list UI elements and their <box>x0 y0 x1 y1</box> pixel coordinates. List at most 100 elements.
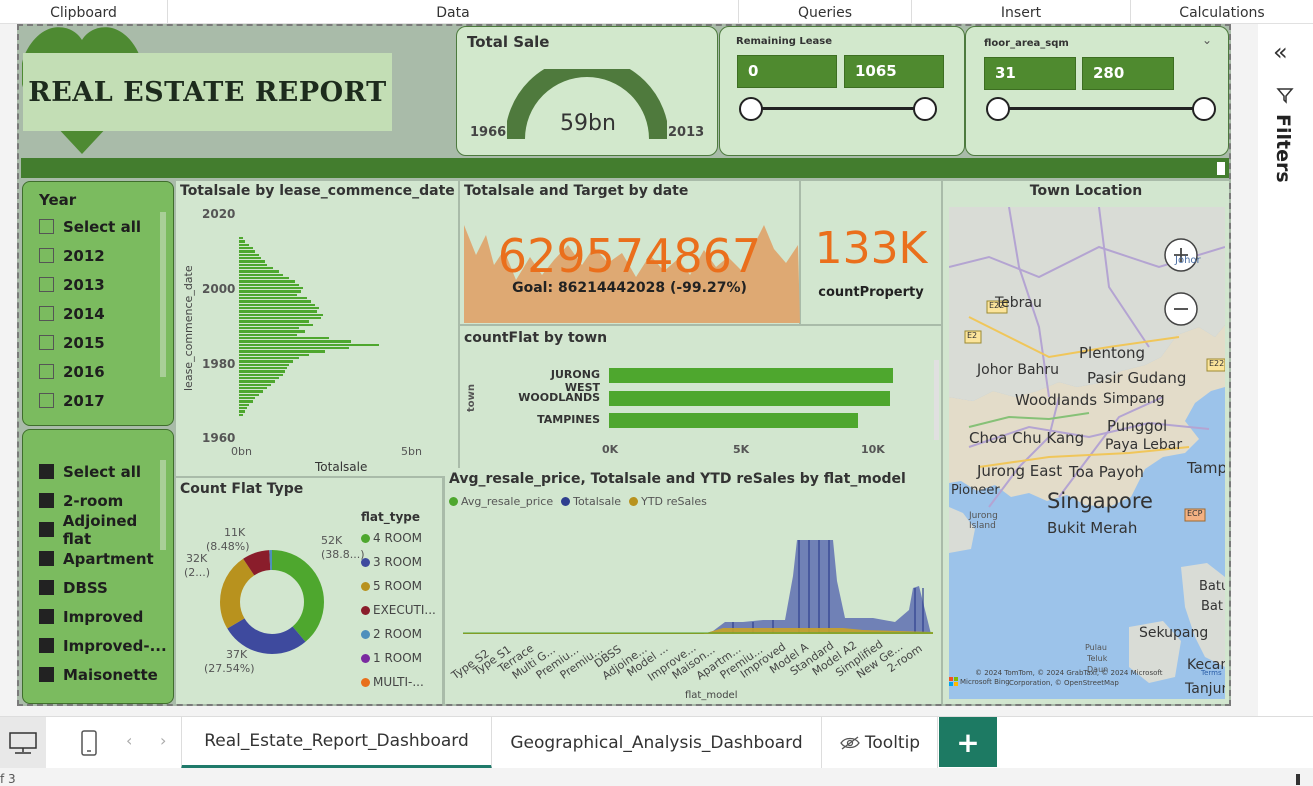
slicer-item[interactable]: Improved-... <box>39 631 169 660</box>
slicer-item[interactable]: Apartment <box>39 544 169 573</box>
lease-bar[interactable] <box>239 273 283 276</box>
floor-area-slicer[interactable]: floor_area_sqm ⌄ 31 280 <box>965 26 1229 156</box>
legend-item[interactable]: EXECUTI... <box>361 598 441 622</box>
map-terms-link[interactable]: Terms <box>1201 669 1222 677</box>
lease-bar[interactable] <box>239 270 279 273</box>
tab-geographical-analysis-dashboard[interactable]: Geographical_Analysis_Dashboard <box>492 717 822 769</box>
lease-bar[interactable] <box>239 257 261 260</box>
slicer-item[interactable]: 2015 <box>39 328 164 357</box>
checkbox[interactable] <box>39 364 54 379</box>
filters-pane[interactable]: « Filters <box>1258 24 1313 716</box>
lease-bar[interactable] <box>239 313 323 316</box>
town-location-map[interactable]: Town Location Johor Tebrau Plentong Joho… <box>943 181 1229 704</box>
lease-bar[interactable] <box>239 343 379 346</box>
lease-bar[interactable] <box>239 380 275 383</box>
checkbox[interactable] <box>39 609 54 624</box>
lease-bar[interactable] <box>239 247 253 250</box>
checkbox[interactable] <box>39 248 54 263</box>
checkbox[interactable] <box>39 638 54 653</box>
lease-bar[interactable] <box>239 277 289 280</box>
flat-model-slicer[interactable]: Select all 2-room Adjoined flat Apartmen… <box>22 429 174 704</box>
lease-bar[interactable] <box>239 317 321 320</box>
lease-bar[interactable] <box>239 263 267 266</box>
lease-bar[interactable] <box>239 410 245 413</box>
checkbox[interactable] <box>39 219 54 234</box>
ribbon-group-data[interactable]: Data <box>168 0 739 23</box>
mobile-view-icon[interactable] <box>70 717 108 769</box>
lease-bar[interactable] <box>239 340 351 343</box>
slicer-item[interactable]: 2013 <box>39 270 164 299</box>
ribbon-group-calculations[interactable]: Calculations <box>1131 0 1313 23</box>
prev-page-icon[interactable]: ‹ <box>126 731 132 750</box>
map-view[interactable]: Johor Tebrau Plentong Johor Bahru Pasir … <box>949 207 1225 699</box>
lease-date-chart[interactable]: Totalsale by lease_commence_date lease_c… <box>176 181 458 476</box>
legend-item[interactable]: 4 ROOM <box>361 526 441 550</box>
lease-bar[interactable] <box>239 287 303 290</box>
lease-bar[interactable] <box>239 330 305 333</box>
slicer-item[interactable]: 2014 <box>39 299 164 328</box>
lease-bar[interactable] <box>239 347 349 350</box>
lease-bar[interactable] <box>239 310 317 313</box>
slicer-item[interactable]: Improved <box>39 602 169 631</box>
lease-bar[interactable] <box>239 260 265 263</box>
slider-handle-max[interactable] <box>913 97 937 121</box>
legend-item[interactable]: 3 ROOM <box>361 550 441 574</box>
collapse-icon[interactable]: « <box>1273 38 1288 66</box>
lease-bar[interactable] <box>239 237 243 240</box>
tab-tooltip[interactable]: Tooltip <box>822 717 938 769</box>
lease-bar[interactable] <box>239 397 255 400</box>
checkbox[interactable] <box>39 335 54 350</box>
lease-bar[interactable] <box>239 357 299 360</box>
lease-bar[interactable] <box>239 307 319 310</box>
slicer-item[interactable]: Maisonette <box>39 660 169 689</box>
lease-bar[interactable] <box>239 327 299 330</box>
lease-bar[interactable] <box>239 370 285 373</box>
lease-bar[interactable] <box>239 403 249 406</box>
slicer-item[interactable]: 2012 <box>39 241 164 270</box>
filter-icon[interactable] <box>1276 86 1294 104</box>
lease-bar[interactable] <box>239 360 293 363</box>
checkbox[interactable] <box>39 493 54 508</box>
lease-bar[interactable] <box>239 367 287 370</box>
floor-area-min-input[interactable]: 31 <box>984 57 1076 90</box>
lease-bar[interactable] <box>239 390 263 393</box>
total-sale-card[interactable]: Total Sale 59bn 1966 2013 <box>456 26 718 156</box>
town-bar-chart[interactable]: countFlat by town town JURONG WEST WOODL… <box>460 326 941 468</box>
remaining-lease-max-input[interactable]: 1065 <box>844 55 944 88</box>
target-kpi-visual[interactable]: Totalsale and Target by date 629574867 G… <box>460 181 800 324</box>
lease-bar[interactable] <box>239 323 313 326</box>
flat-type-donut-chart[interactable]: Count Flat Type 52K (38.8...) 37K (27.54… <box>176 478 442 704</box>
lease-bar[interactable] <box>239 373 283 376</box>
slider-handle-max[interactable] <box>1192 97 1216 121</box>
lease-bar[interactable] <box>239 353 309 356</box>
year-slicer[interactable]: Year Select all 2012 2013 2014 2015 2016… <box>22 181 174 426</box>
lease-bar[interactable] <box>239 243 249 246</box>
scrollbar[interactable] <box>160 212 166 377</box>
lease-bar[interactable] <box>239 293 297 296</box>
slider-handle-min[interactable] <box>986 97 1010 121</box>
checkbox[interactable] <box>39 306 54 321</box>
slider-handle-min[interactable] <box>739 97 763 121</box>
checkbox[interactable] <box>39 667 54 682</box>
legend-item[interactable]: 2 ROOM <box>361 622 441 646</box>
checkbox[interactable] <box>39 393 54 408</box>
lease-bar[interactable] <box>239 363 289 366</box>
slicer-item[interactable]: Select all <box>39 457 169 486</box>
lease-bar[interactable] <box>239 300 311 303</box>
lease-bar[interactable] <box>239 400 253 403</box>
town-bar[interactable] <box>609 413 858 428</box>
town-bar[interactable] <box>609 368 893 383</box>
lease-bar[interactable] <box>239 337 329 340</box>
lease-bar[interactable] <box>239 250 255 253</box>
lease-bar[interactable] <box>239 350 325 353</box>
slicer-item[interactable]: DBSS <box>39 573 169 602</box>
slicer-item[interactable]: 2017 <box>39 386 164 415</box>
slicer-item[interactable]: Adjoined flat <box>39 512 169 548</box>
desktop-view-icon[interactable] <box>0 717 46 769</box>
lease-bar[interactable] <box>239 320 309 323</box>
checkbox[interactable] <box>39 522 54 537</box>
checkbox[interactable] <box>39 464 54 479</box>
town-bar[interactable] <box>609 391 890 406</box>
lease-bar[interactable] <box>239 413 243 416</box>
lease-bar[interactable] <box>239 240 245 243</box>
